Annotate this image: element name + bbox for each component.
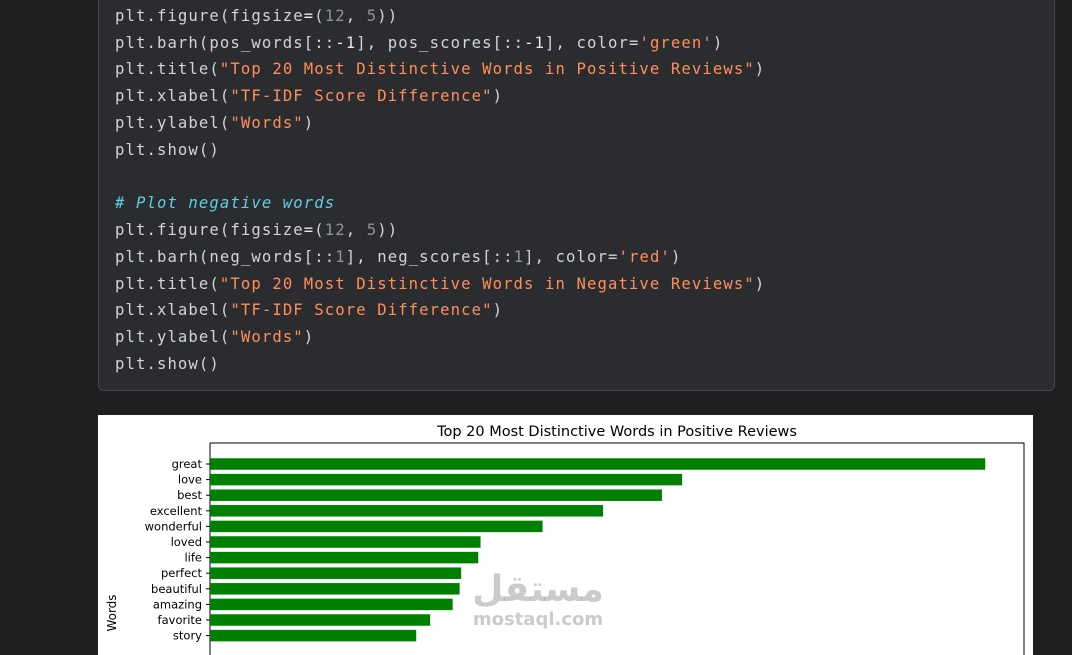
code-token: ) bbox=[712, 34, 724, 52]
code-token: ( bbox=[314, 7, 325, 25]
code-token: "Words" bbox=[230, 328, 304, 346]
code-line: # Plot negative words bbox=[115, 193, 335, 213]
y-tick-label: loved bbox=[171, 535, 202, 549]
code-token: 5 bbox=[366, 221, 378, 239]
code-cell[interactable]: plt.figure(figsize=(12, 5)) plt.barh(pos_… bbox=[98, 0, 1055, 391]
code-token: plt.title( bbox=[115, 275, 220, 293]
y-tick-label: excellent bbox=[150, 504, 203, 518]
code-token: plt.xlabel( bbox=[115, 87, 231, 105]
y-tick-label: perfect bbox=[161, 566, 203, 580]
code-token: = bbox=[303, 221, 315, 239]
code-token: , bbox=[345, 221, 367, 239]
code-token: plt.barh(pos_words[:: bbox=[115, 34, 336, 52]
code-token: "Words" bbox=[230, 114, 304, 132]
code-line: plt.xlabel("TF-IDF Score Difference") bbox=[115, 300, 503, 320]
code-token: -1 bbox=[335, 34, 357, 52]
bar-favorite bbox=[210, 614, 431, 626]
code-token: plt.ylabel( bbox=[115, 114, 231, 132]
code-token: ) bbox=[492, 87, 504, 105]
y-tick-label: story bbox=[173, 629, 202, 643]
code-token: ], neg_scores[:: bbox=[345, 248, 514, 266]
code-line: plt.ylabel("Words") bbox=[115, 327, 314, 347]
code-token: 1 bbox=[335, 248, 346, 266]
bar-loved bbox=[210, 536, 481, 548]
cell-output: Top 20 Most Distinctive Words in Positiv… bbox=[98, 415, 1033, 655]
bar-beautiful bbox=[210, 583, 460, 595]
code-token: 1 bbox=[513, 248, 525, 266]
code-token: ) bbox=[670, 248, 682, 266]
code-token: plt.show() bbox=[115, 355, 220, 373]
y-tick-label: love bbox=[178, 473, 202, 487]
bar-series bbox=[210, 458, 986, 642]
y-tick-label: favorite bbox=[158, 613, 202, 627]
y-tick-label: life bbox=[184, 551, 202, 565]
code-line: plt.figure(figsize=(12, 5)) bbox=[115, 220, 398, 240]
code-token: "Top 20 Most Distinctive Words in Negati… bbox=[219, 275, 755, 293]
code-token: # Plot negative words bbox=[115, 194, 336, 212]
code-token: ) bbox=[754, 275, 766, 293]
code-token: ], pos_scores[:: bbox=[356, 34, 525, 52]
bar-chart: Top 20 Most Distinctive Words in Positiv… bbox=[105, 424, 1025, 655]
code-token: "Top 20 Most Distinctive Words in Positi… bbox=[219, 60, 755, 78]
bar-excellent bbox=[210, 505, 604, 517]
code-token: , bbox=[345, 7, 367, 25]
y-axis-label: Words bbox=[105, 594, 119, 631]
code-token: 12 bbox=[324, 221, 346, 239]
code-token: ], color= bbox=[545, 34, 640, 52]
bar-amazing bbox=[210, 598, 453, 611]
code-token: ) bbox=[303, 114, 315, 132]
bar-life bbox=[210, 551, 479, 564]
code-line: plt.xlabel("TF-IDF Score Difference") bbox=[115, 86, 503, 106]
code-token: )) bbox=[377, 7, 399, 25]
code-line: plt.title("Top 20 Most Distinctive Words… bbox=[115, 274, 765, 294]
code-line: plt.barh(pos_words[::-1], pos_scores[::-… bbox=[115, 33, 723, 53]
code-line: plt.figure(figsize=(12, 5)) bbox=[115, 6, 398, 26]
bar-story bbox=[210, 629, 417, 642]
code-token: 'green' bbox=[639, 34, 713, 52]
bar-great bbox=[210, 458, 986, 470]
y-tick-label: wonderful bbox=[145, 519, 202, 533]
code-token: ( bbox=[314, 221, 325, 239]
y-tick-label: beautiful bbox=[151, 582, 202, 596]
chart-title: Top 20 Most Distinctive Words in Positiv… bbox=[436, 424, 797, 440]
code-token: plt.figure(figsize bbox=[115, 221, 304, 239]
code-token: -1 bbox=[524, 34, 546, 52]
code-token: ) bbox=[492, 301, 504, 319]
code-line: plt.title("Top 20 Most Distinctive Words… bbox=[115, 59, 765, 79]
code-token: plt.title( bbox=[115, 60, 220, 78]
bar-perfect bbox=[210, 567, 462, 579]
code-line: plt.show() bbox=[115, 354, 220, 374]
code-token: plt.show() bbox=[115, 141, 220, 159]
code-token: plt.xlabel( bbox=[115, 301, 231, 319]
code-token: "TF-IDF Score Difference" bbox=[230, 87, 493, 105]
code-token: "TF-IDF Score Difference" bbox=[230, 301, 493, 319]
bar-love bbox=[210, 473, 683, 486]
code-token: 'red' bbox=[618, 248, 671, 266]
code-token: ) bbox=[754, 60, 766, 78]
code-line: plt.barh(neg_words[::1], neg_scores[::1]… bbox=[115, 247, 681, 267]
code-line: plt.show() bbox=[115, 140, 220, 160]
code-token: plt.barh(neg_words[:: bbox=[115, 248, 336, 266]
code-token: = bbox=[303, 7, 315, 25]
code-token: ) bbox=[303, 328, 315, 346]
code-token: 5 bbox=[366, 7, 378, 25]
code-token: 12 bbox=[324, 7, 346, 25]
y-tick-label: great bbox=[172, 457, 203, 471]
y-tick-label: best bbox=[177, 488, 202, 502]
code-token: plt.figure(figsize bbox=[115, 7, 304, 25]
y-tick-labels: great lovebest excellentwonderful loved life… bbox=[145, 457, 210, 643]
code-token: )) bbox=[377, 221, 399, 239]
code-line: plt.ylabel("Words") bbox=[115, 113, 314, 133]
y-tick-label: amazing bbox=[153, 597, 202, 611]
code-token: plt.ylabel( bbox=[115, 328, 231, 346]
code-token: ], color= bbox=[524, 248, 619, 266]
bar-best bbox=[210, 489, 662, 501]
bar-wonderful bbox=[210, 520, 543, 533]
